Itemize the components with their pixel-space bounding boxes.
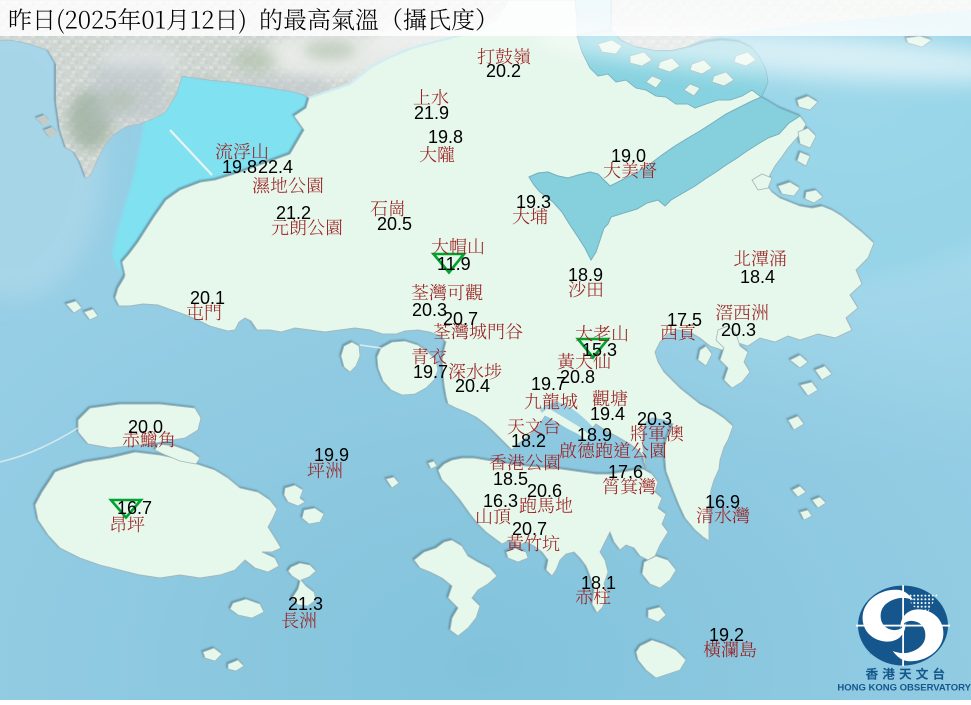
svg-text:20.3: 20.3 <box>412 300 447 320</box>
svg-text:21.3: 21.3 <box>288 594 323 614</box>
svg-text:20.1: 20.1 <box>190 288 225 308</box>
svg-text:19.8: 19.8 <box>222 157 257 177</box>
svg-text:20.3: 20.3 <box>637 409 672 429</box>
svg-text:20.7: 20.7 <box>512 519 547 539</box>
svg-text:19.7: 19.7 <box>413 362 448 382</box>
svg-text:20.5: 20.5 <box>377 214 412 234</box>
svg-text:16.3: 16.3 <box>483 491 518 511</box>
svg-text:18.2: 18.2 <box>511 431 546 451</box>
svg-text:19.4: 19.4 <box>590 404 625 424</box>
svg-text:15.3: 15.3 <box>582 340 617 360</box>
svg-text:18.9: 18.9 <box>577 425 612 445</box>
svg-text:19.0: 19.0 <box>611 146 646 166</box>
svg-text:19.2: 19.2 <box>709 625 744 645</box>
svg-text:18.1: 18.1 <box>581 573 616 593</box>
svg-text:20.6: 20.6 <box>527 481 562 501</box>
svg-text:17.5: 17.5 <box>667 310 702 330</box>
svg-text:11.9: 11.9 <box>437 254 471 274</box>
svg-text:20.0: 20.0 <box>128 417 163 437</box>
svg-text:20.3: 20.3 <box>721 320 756 340</box>
svg-text:22.4: 22.4 <box>258 157 293 177</box>
svg-text:16.9: 16.9 <box>705 492 740 512</box>
svg-text:17.6: 17.6 <box>608 462 643 482</box>
svg-text:19.7: 19.7 <box>531 374 566 394</box>
svg-text:21.9: 21.9 <box>414 103 449 123</box>
svg-text:18.4: 18.4 <box>740 267 775 287</box>
svg-text:19.9: 19.9 <box>314 445 349 465</box>
svg-text:HONG KONG OBSERVATORY: HONG KONG OBSERVATORY <box>837 683 971 694</box>
svg-text:20.2: 20.2 <box>486 61 521 81</box>
svg-text:18.5: 18.5 <box>493 469 528 489</box>
svg-text:18.9: 18.9 <box>568 265 603 285</box>
svg-text:19.3: 19.3 <box>516 192 551 212</box>
svg-text:20.4: 20.4 <box>455 376 490 396</box>
svg-text:19.8: 19.8 <box>428 127 463 147</box>
svg-text:16.7: 16.7 <box>117 498 152 518</box>
svg-text:21.2: 21.2 <box>276 203 311 223</box>
svg-text:20.7: 20.7 <box>443 309 478 329</box>
